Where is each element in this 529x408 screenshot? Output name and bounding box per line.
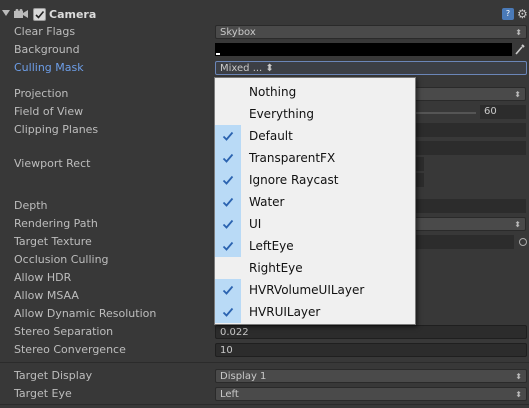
dropdown-arrow-icon: ⬍ xyxy=(265,63,274,74)
dropdown-arrow-icon: ⬍ xyxy=(515,28,522,37)
label-allow-msaa: Allow MSAA xyxy=(14,289,79,302)
label-target-display: Target Display xyxy=(14,369,93,382)
label-occlusion-culling: Occlusion Culling xyxy=(14,253,109,266)
menu-item-gutter xyxy=(215,125,241,147)
menu-item-gutter xyxy=(215,191,241,213)
target-eye-dropdown[interactable]: Left ⬍ xyxy=(215,387,527,401)
menu-item-label: Water xyxy=(249,195,285,209)
target-eye-value: Left xyxy=(220,389,239,400)
checkmark-icon xyxy=(222,197,234,207)
component-header: Camera ? ⚙ xyxy=(0,7,529,24)
menu-item-gutter xyxy=(215,235,241,257)
label-projection: Projection xyxy=(14,87,69,100)
menu-item-label: TransparentFX xyxy=(249,151,336,165)
label-depth: Depth xyxy=(14,199,48,212)
divider xyxy=(0,404,529,405)
field-of-view-slider[interactable] xyxy=(410,112,476,114)
label-target-texture: Target Texture xyxy=(14,235,92,248)
menu-item-label: UI xyxy=(249,217,262,231)
menu-item-gutter xyxy=(215,279,241,301)
divider xyxy=(0,362,529,363)
target-display-dropdown[interactable]: Display 1 ⬍ xyxy=(215,369,527,383)
target-texture-field[interactable] xyxy=(414,235,514,249)
field-of-view-input[interactable]: 60 xyxy=(480,105,526,119)
menu-item[interactable]: Default xyxy=(215,125,415,147)
label-background: Background xyxy=(14,43,80,56)
projection-dropdown[interactable]: ⬍ xyxy=(414,87,526,101)
clipping-near-field[interactable] xyxy=(414,123,526,137)
menu-item-gutter xyxy=(215,213,241,235)
clear-flags-dropdown[interactable]: Skybox ⬍ xyxy=(215,25,527,39)
menu-item[interactable]: TransparentFX xyxy=(215,147,415,169)
foldout-arrow-icon[interactable] xyxy=(2,10,10,16)
alpha-bar xyxy=(216,53,220,55)
checkmark-icon xyxy=(222,175,234,185)
enable-checkbox-icon[interactable] xyxy=(33,8,46,21)
menu-item-label: RightEye xyxy=(249,261,303,275)
menu-item[interactable]: HVRUILayer xyxy=(215,301,415,323)
label-allow-hdr: Allow HDR xyxy=(14,271,72,284)
stereo-separation-input[interactable]: 0.022 xyxy=(215,325,527,339)
menu-item[interactable]: Nothing xyxy=(215,81,415,103)
culling-mask-dropdown[interactable]: Mixed ... ⬍ xyxy=(215,61,527,75)
eyedropper-icon[interactable] xyxy=(514,43,526,56)
checkmark-icon xyxy=(222,131,234,141)
stereo-convergence-input[interactable]: 10 xyxy=(215,343,527,357)
object-picker-icon[interactable] xyxy=(519,238,527,246)
menu-item-gutter xyxy=(215,257,241,279)
label-clipping-planes: Clipping Planes xyxy=(14,123,99,136)
label-allow-dynamic-resolution: Allow Dynamic Resolution xyxy=(14,307,157,320)
label-stereo-convergence: Stereo Convergence xyxy=(14,343,126,356)
dropdown-arrow-icon: ⬍ xyxy=(515,390,522,399)
rendering-path-dropdown[interactable]: ⬍ xyxy=(414,217,526,231)
menu-item-label: Default xyxy=(249,129,293,143)
depth-field[interactable] xyxy=(414,199,526,213)
menu-item-label: Everything xyxy=(249,107,314,121)
culling-mask-menu: Nothing Everything Default TransparentFX Ign… xyxy=(214,77,416,325)
help-icon[interactable]: ? xyxy=(502,8,514,20)
checkmark-icon xyxy=(222,285,234,295)
dropdown-arrow-icon: ⬍ xyxy=(514,90,521,99)
label-field-of-view: Field of View xyxy=(14,105,84,118)
label-clear-flags: Clear Flags xyxy=(14,25,76,38)
menu-item[interactable]: UI xyxy=(215,213,415,235)
menu-item-gutter xyxy=(215,81,241,103)
checkmark-icon xyxy=(222,153,234,163)
checkmark-icon xyxy=(222,241,234,251)
background-color-swatch[interactable] xyxy=(215,43,512,56)
clipping-far-field[interactable] xyxy=(414,141,526,155)
menu-item[interactable]: HVRVolumeUILayer xyxy=(215,279,415,301)
menu-item[interactable]: LeftEye xyxy=(215,235,415,257)
checkmark-icon xyxy=(222,307,234,317)
dropdown-arrow-icon: ⬍ xyxy=(515,372,522,381)
menu-item-label: HVRVolumeUILayer xyxy=(249,283,365,297)
checkmark-icon xyxy=(222,219,234,229)
menu-item[interactable]: Everything xyxy=(215,103,415,125)
menu-item-label: HVRUILayer xyxy=(249,305,321,319)
component-title: Camera xyxy=(49,8,97,21)
label-target-eye: Target Eye xyxy=(14,387,72,400)
label-stereo-separation: Stereo Separation xyxy=(14,325,114,338)
clear-flags-value: Skybox xyxy=(220,27,256,38)
target-display-value: Display 1 xyxy=(220,371,267,382)
menu-item-gutter xyxy=(215,169,241,191)
camera-icon xyxy=(14,9,28,18)
menu-item-gutter xyxy=(215,103,241,125)
gear-icon[interactable]: ⚙ xyxy=(517,7,528,21)
menu-item-label: Ignore Raycast xyxy=(249,173,339,187)
culling-mask-value: Mixed ... xyxy=(220,63,263,74)
menu-item-label: LeftEye xyxy=(249,239,294,253)
label-culling-mask: Culling Mask xyxy=(14,61,84,74)
label-viewport-rect: Viewport Rect xyxy=(14,157,91,170)
menu-item[interactable]: Ignore Raycast xyxy=(215,169,415,191)
menu-item-label: Nothing xyxy=(249,85,297,99)
menu-item[interactable]: Water xyxy=(215,191,415,213)
menu-item-gutter xyxy=(215,301,241,323)
menu-item[interactable]: RightEye xyxy=(215,257,415,279)
dropdown-arrow-icon: ⬍ xyxy=(514,220,521,229)
label-rendering-path: Rendering Path xyxy=(14,217,98,230)
menu-item-gutter xyxy=(215,147,241,169)
